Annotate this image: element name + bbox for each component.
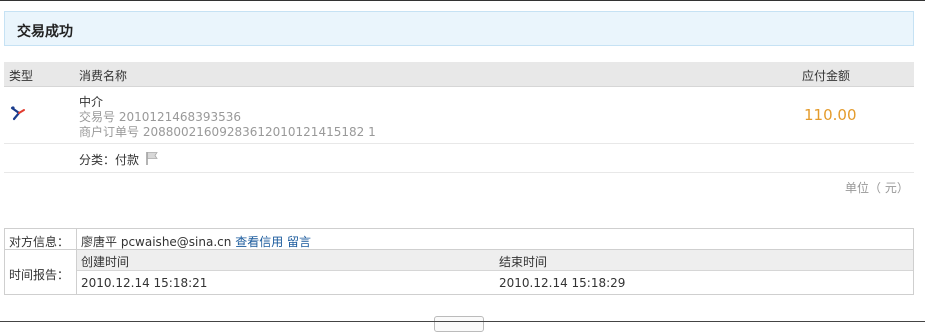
ended-time-value: 2010.12.14 15:18:29 (499, 276, 626, 290)
leave-message-link[interactable]: 留言 (287, 235, 311, 249)
category-label: 分类： (79, 153, 116, 167)
action-button[interactable] (434, 316, 484, 332)
order-no-line: 商户订单号 20880021609283612010121415182 1 (79, 123, 376, 140)
created-time-header: 创建时间 (81, 255, 130, 269)
col-name-header: 消费名称 (79, 69, 128, 83)
page-title: 交易成功 (17, 24, 73, 40)
bottom-divider (0, 321, 925, 322)
flag-icon[interactable] (144, 150, 160, 169)
trade-no-label: 交易号 (79, 110, 116, 124)
created-time-value: 2010.12.14 15:18:21 (81, 276, 208, 290)
bird-icon (10, 105, 26, 124)
order-no-label: 商户订单号 (79, 125, 140, 139)
counterparty-line: 廖唐平 pcwaishe@sina.cn 查看信用 留言 (81, 233, 311, 250)
ended-time-header: 结束时间 (499, 255, 548, 269)
amount-value: 110.00 (804, 106, 857, 124)
unit-note: 单位（ 元） (845, 181, 909, 195)
info-table: 对方信息： 廖唐平 pcwaishe@sina.cn 查看信用 留言 时间报告：… (4, 228, 914, 295)
trade-no-value: 2010121468393536 (118, 110, 241, 124)
status-header: 交易成功 (4, 11, 914, 46)
order-no-value: 20880021609283612010121415182 1 (142, 125, 376, 139)
category-row: 分类： 付款 (4, 144, 914, 173)
col-type-header: 类型 (9, 69, 34, 83)
top-divider (0, 0, 925, 1)
view-credit-link[interactable]: 查看信用 (235, 235, 283, 249)
table-row: 中介 交易号 2010121468393536 商户订单号 2088002160… (4, 88, 914, 144)
counterparty-label: 对方信息： (9, 235, 70, 249)
time-report-label: 时间报告： (9, 268, 70, 282)
category-value: 付款 (115, 153, 140, 167)
counterparty-name: 廖唐平 (81, 235, 118, 249)
col-amount-header: 应付金额 (802, 69, 851, 83)
table-header: 类型 消费名称 应付金额 (4, 62, 914, 87)
time-header-row: 创建时间 结束时间 (77, 250, 913, 271)
counterparty-email: pcwaishe@sina.cn (120, 235, 232, 249)
